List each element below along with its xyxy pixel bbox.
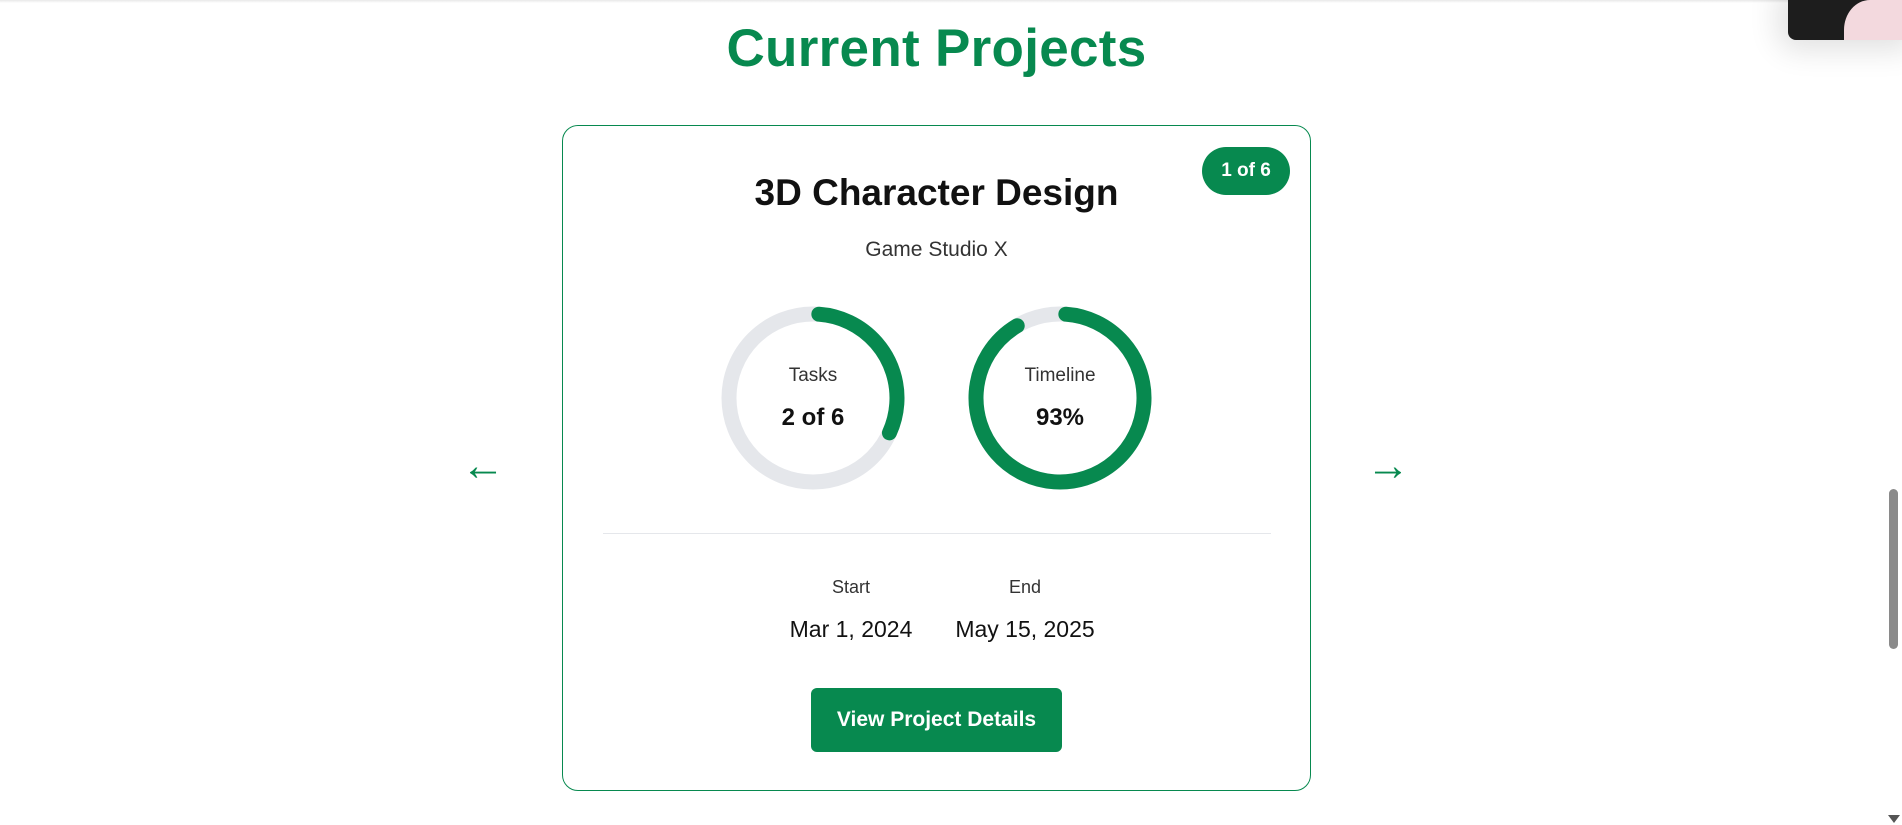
view-project-details-button[interactable]: View Project Details: [811, 688, 1062, 752]
project-title: 3D Character Design: [754, 172, 1119, 213]
end-date-label: End: [1008, 577, 1042, 597]
page-top-shadow: [0, 0, 1902, 3]
tasks-progress-ring: Tasks 2 of 6: [720, 305, 906, 491]
start-date: Start Mar 1, 2024: [776, 577, 926, 643]
end-date: End May 15, 2025: [941, 577, 1109, 643]
scroll-down-arrow-icon[interactable]: [1888, 815, 1900, 823]
page-scrollbar[interactable]: [1885, 0, 1902, 825]
video-call-overlay[interactable]: [1788, 0, 1902, 40]
next-arrow-button[interactable]: →: [1366, 444, 1410, 488]
project-card: 1 of 6 3D Character Design Game Studio X…: [562, 125, 1311, 791]
card-divider: [603, 533, 1271, 534]
scrollbar-thumb[interactable]: [1889, 489, 1898, 649]
timeline-ring-progress: [968, 306, 1152, 490]
prev-arrow-button[interactable]: ←: [461, 444, 505, 488]
tasks-value: 2 of 6: [781, 404, 845, 431]
start-date-label: Start: [831, 577, 870, 597]
section-title: Current Projects: [726, 19, 1147, 78]
end-date-value: May 15, 2025: [955, 616, 1095, 642]
participant-video-thumbnail: [1844, 0, 1902, 40]
start-date-value: Mar 1, 2024: [789, 616, 913, 642]
tasks-label: Tasks: [788, 365, 838, 386]
timeline-label: Timeline: [1024, 365, 1096, 386]
timeline-value: 93%: [1035, 404, 1085, 431]
timeline-progress-ring: Timeline 93%: [967, 305, 1153, 491]
project-client: Game Studio X: [865, 238, 1008, 261]
